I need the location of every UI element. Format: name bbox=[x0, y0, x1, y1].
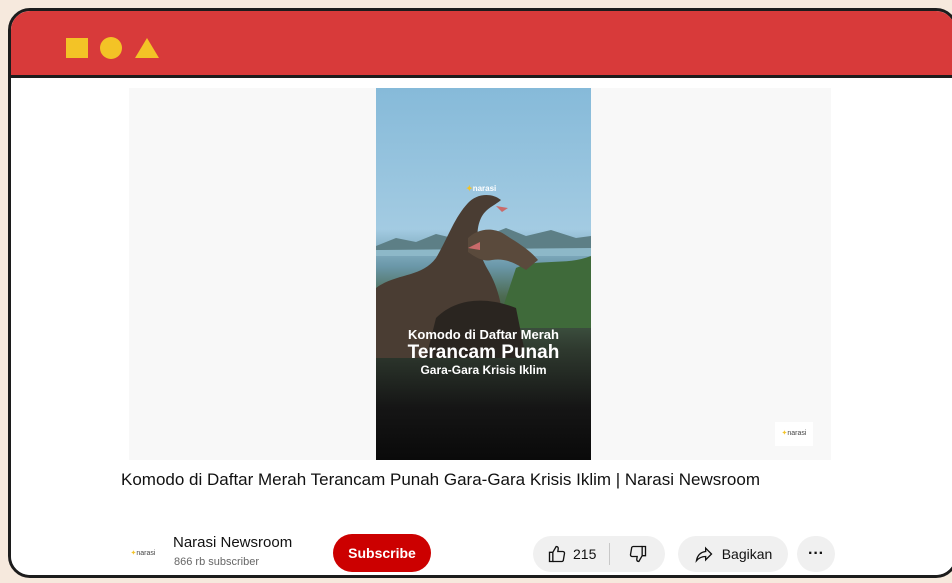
video-title: Komodo di Daftar Merah Terancam Punah Ga… bbox=[121, 470, 760, 489]
video-overlay-line3: Gara-Gara Krisis Iklim bbox=[420, 363, 547, 377]
logo-spark-icon: ✦ bbox=[466, 184, 473, 193]
channel-name[interactable]: Narasi Newsroom bbox=[173, 534, 292, 551]
subscriber-count: 866 rb subscriber bbox=[174, 556, 259, 568]
thumbs-down-icon bbox=[629, 545, 646, 563]
share-icon bbox=[695, 546, 713, 563]
channel-watermark-text: narasi bbox=[787, 430, 807, 437]
share-label: Bagikan bbox=[721, 546, 773, 562]
circle-icon[interactable] bbox=[100, 37, 122, 59]
video-overlay-line2: Terancam Punah bbox=[407, 342, 560, 363]
avatar[interactable]: ✦narasi bbox=[125, 539, 161, 569]
triangle-icon[interactable] bbox=[135, 38, 159, 58]
like-count: 215 bbox=[573, 546, 597, 562]
avatar-text: narasi bbox=[136, 550, 156, 557]
browser-window: ✦narasi Komodo di Daftar Merah Terancam … bbox=[8, 8, 952, 578]
video-player[interactable]: ✦narasi Komodo di Daftar Merah Terancam … bbox=[129, 88, 831, 460]
video-frame[interactable]: ✦narasi Komodo di Daftar Merah Terancam … bbox=[376, 88, 591, 460]
video-overlay-line1: Komodo di Daftar Merah bbox=[408, 327, 559, 342]
more-icon: ··· bbox=[808, 545, 824, 562]
square-icon[interactable] bbox=[66, 38, 88, 58]
more-actions-button[interactable]: ··· bbox=[797, 536, 835, 572]
thumbs-up-icon bbox=[548, 545, 566, 563]
dislike-button[interactable] bbox=[610, 544, 665, 564]
video-meta-row: ✦narasi Narasi Newsroom 866 rb subscribe… bbox=[121, 530, 841, 575]
like-dislike-group: 215 bbox=[533, 536, 665, 572]
subscribe-button[interactable]: Subscribe bbox=[333, 534, 431, 572]
share-button[interactable]: Bagikan bbox=[678, 536, 788, 572]
narasi-watermark: ✦narasi bbox=[466, 184, 496, 193]
watermark-text: narasi bbox=[472, 184, 497, 193]
channel-watermark[interactable]: ✦narasi bbox=[775, 422, 813, 446]
like-button[interactable]: 215 bbox=[533, 544, 609, 564]
window-titlebar bbox=[11, 11, 952, 78]
page-content: ✦narasi Komodo di Daftar Merah Terancam … bbox=[11, 78, 952, 575]
